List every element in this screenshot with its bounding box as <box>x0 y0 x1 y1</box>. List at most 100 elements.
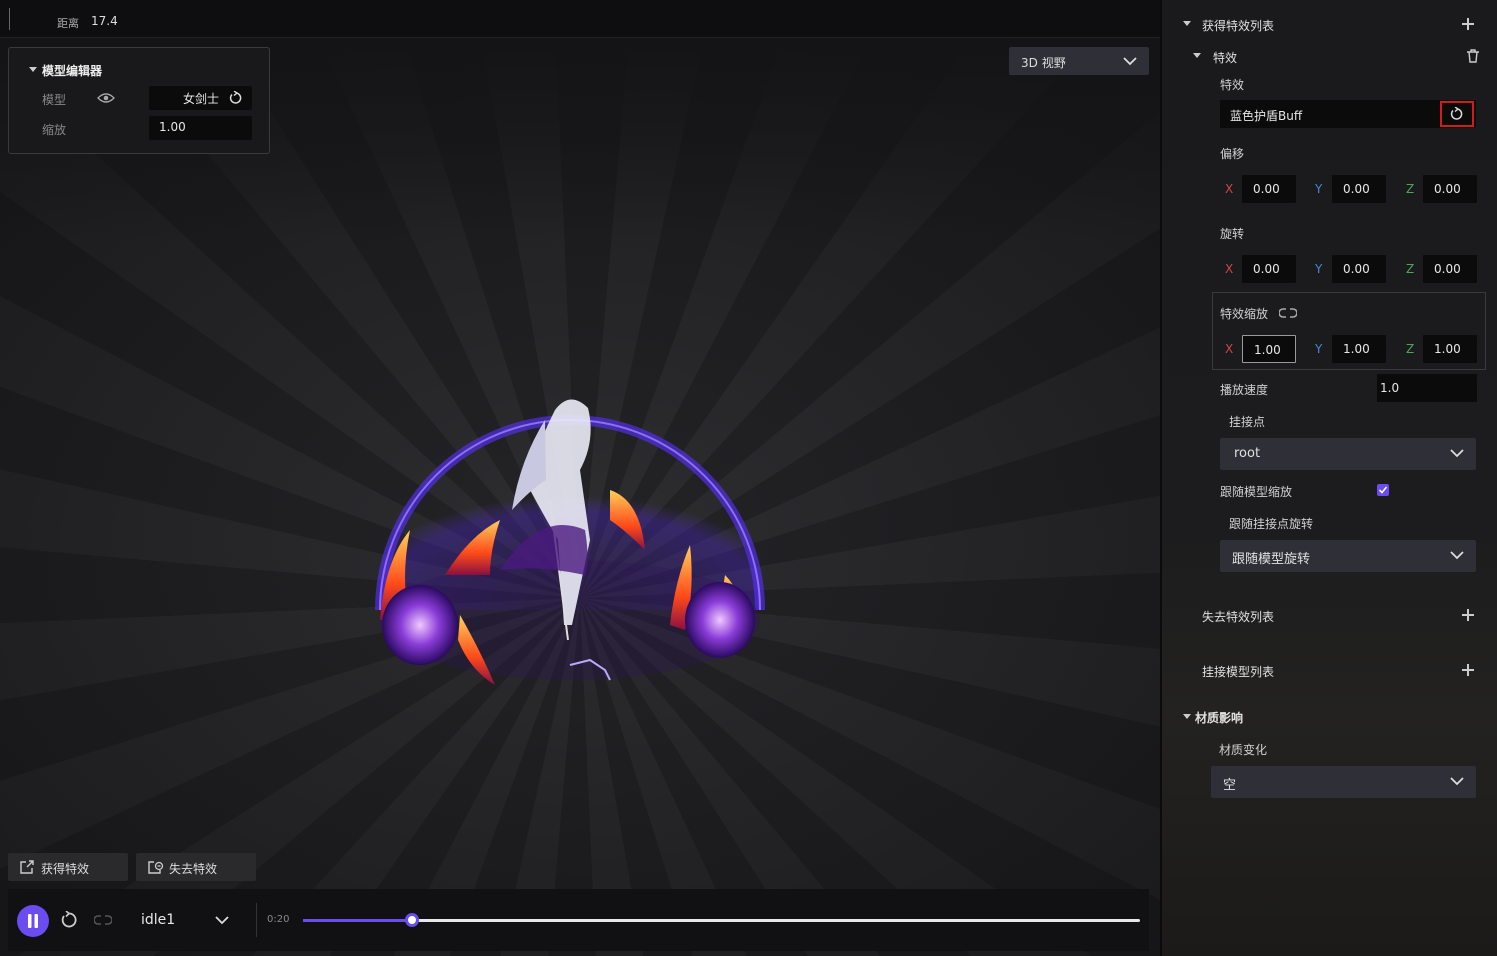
play-speed-label: 播放速度 <box>1220 383 1269 397</box>
rotation-z-input[interactable]: 0.00 <box>1423 255 1477 283</box>
material-change-value: 空 <box>1223 778 1237 793</box>
scale-x-axis: X <box>1225 342 1234 356</box>
offset-z-value: 0.00 <box>1434 182 1461 196</box>
model-label: 模型 <box>42 93 67 107</box>
eye-icon[interactable] <box>97 92 115 104</box>
collapse-caret-icon[interactable] <box>1183 714 1191 719</box>
playbar-divider <box>256 903 257 937</box>
time-readout: 0:20 <box>267 914 290 925</box>
scale-value: 1.00 <box>159 120 186 134</box>
chevron-down-icon <box>1450 777 1464 786</box>
properties-panel: 获得特效列表 特效 特效 蓝色护盾Buff 偏移 X 0.00 Y 0.00 Z… <box>1160 0 1497 956</box>
character-shield-effect[interactable] <box>340 380 800 700</box>
follow-rotation-dropdown[interactable]: 跟随模型旋转 <box>1220 540 1476 572</box>
collapse-caret-icon[interactable] <box>1193 53 1201 58</box>
offset-y-value: 0.00 <box>1343 182 1370 196</box>
timeline-thumb[interactable] <box>404 913 419 927</box>
topbar-divider <box>9 8 10 30</box>
offset-y-axis: Y <box>1315 182 1323 196</box>
add-icon[interactable] <box>1462 664 1474 676</box>
scale-y-value: 1.00 <box>1343 342 1370 356</box>
attach-point-value: root <box>1234 446 1261 461</box>
scale-z-input[interactable]: 1.00 <box>1423 335 1477 363</box>
distance-value: 17.4 <box>91 14 118 28</box>
material-change-label: 材质变化 <box>1219 743 1268 757</box>
attach-point-label: 挂接点 <box>1229 415 1266 429</box>
follow-scale-checkbox[interactable] <box>1377 484 1389 496</box>
export-icon <box>20 860 34 874</box>
offset-x-value: 0.00 <box>1253 182 1280 196</box>
scale-y-axis: Y <box>1315 342 1323 356</box>
rotation-y-input[interactable]: 0.00 <box>1332 255 1386 283</box>
effect-value: 蓝色护盾Buff <box>1230 109 1303 123</box>
lose-effect-list-title[interactable]: 失去特效列表 <box>1202 608 1274 625</box>
chevron-down-icon[interactable] <box>215 915 229 925</box>
material-section-title[interactable]: 材质影响 <box>1195 709 1243 726</box>
rotation-x-axis: X <box>1225 262 1234 276</box>
gain-effect-label: 获得特效 <box>41 862 90 876</box>
rotation-z-axis: Z <box>1406 262 1415 276</box>
scale-z-value: 1.00 <box>1434 342 1461 356</box>
refresh-icon <box>1450 107 1463 120</box>
add-icon[interactable] <box>1462 609 1474 621</box>
link-icon[interactable] <box>1279 307 1297 319</box>
collapse-caret-icon[interactable] <box>29 67 37 72</box>
scale-y-input[interactable]: 1.00 <box>1332 335 1386 363</box>
effect-select-field[interactable]: 蓝色护盾Buff <box>1220 100 1476 128</box>
check-icon <box>1378 486 1388 494</box>
viewport-topbar: 距离 17.4 <box>0 0 1160 38</box>
rotation-label: 旋转 <box>1220 227 1245 241</box>
effect-group-title[interactable]: 特效 <box>1213 49 1237 66</box>
animation-name[interactable]: idle1 <box>141 912 175 928</box>
gain-effect-button[interactable]: 获得特效 <box>8 853 128 881</box>
model-value: 女剑士 <box>183 92 220 106</box>
scale-label: 缩放 <box>42 123 67 137</box>
pause-icon <box>28 914 38 928</box>
offset-x-input[interactable]: 0.00 <box>1242 175 1296 203</box>
play-speed-input[interactable]: 1.0 <box>1377 374 1477 402</box>
view-mode-dropdown[interactable]: 3D 视野 <box>1009 47 1149 75</box>
offset-z-input[interactable]: 0.00 <box>1423 175 1477 203</box>
lose-effect-button[interactable]: 失去特效 <box>136 853 256 881</box>
lose-effect-label: 失去特效 <box>169 862 218 876</box>
playback-bar: idle1 0:20 <box>8 889 1149 951</box>
trash-icon[interactable] <box>1467 49 1479 63</box>
model-editor-title[interactable]: 模型编辑器 <box>42 62 102 79</box>
replay-icon[interactable] <box>60 911 78 929</box>
loop-icon[interactable] <box>94 914 112 926</box>
refresh-icon[interactable] <box>229 91 243 105</box>
remove-effect-icon <box>148 861 164 874</box>
rotation-x-value: 0.00 <box>1253 262 1280 276</box>
rotation-y-value: 0.00 <box>1343 262 1370 276</box>
viewport-3d[interactable]: 距离 17.4 模型编辑器 模型 女剑士 缩放 1.00 3D 视野 获得特效 … <box>0 0 1160 956</box>
model-editor-panel: 模型编辑器 模型 女剑士 缩放 1.00 <box>8 47 270 154</box>
attach-model-list-title[interactable]: 挂接模型列表 <box>1202 663 1274 680</box>
chevron-down-icon <box>1450 449 1464 458</box>
attach-point-dropdown[interactable]: root <box>1220 438 1476 470</box>
scale-input[interactable]: 1.00 <box>149 116 252 140</box>
gain-effect-list-title[interactable]: 获得特效列表 <box>1202 17 1274 34</box>
scale-z-axis: Z <box>1406 342 1415 356</box>
offset-x-axis: X <box>1225 182 1234 196</box>
collapse-caret-icon[interactable] <box>1183 21 1191 26</box>
model-select-field[interactable]: 女剑士 <box>149 86 252 110</box>
material-change-dropdown[interactable]: 空 <box>1211 766 1476 798</box>
effect-scale-label: 特效缩放 <box>1220 307 1269 321</box>
pause-button[interactable] <box>17 905 49 937</box>
scale-x-input[interactable]: 1.00 <box>1242 335 1296 363</box>
chevron-down-icon <box>1123 57 1137 66</box>
effect-label: 特效 <box>1220 78 1245 92</box>
rotation-z-value: 0.00 <box>1434 262 1461 276</box>
offset-z-axis: Z <box>1406 182 1415 196</box>
follow-scale-label: 跟随模型缩放 <box>1220 485 1293 499</box>
rotation-y-axis: Y <box>1315 262 1323 276</box>
chevron-down-icon <box>1450 551 1464 560</box>
rotation-x-input[interactable]: 0.00 <box>1242 255 1296 283</box>
follow-rotation-value: 跟随模型旋转 <box>1232 552 1311 567</box>
add-icon[interactable] <box>1462 18 1474 30</box>
effect-refresh-button[interactable] <box>1440 101 1474 127</box>
timeline-slider[interactable] <box>303 913 1140 927</box>
play-speed-value: 1.0 <box>1380 381 1400 395</box>
offset-y-input[interactable]: 0.00 <box>1332 175 1386 203</box>
offset-label: 偏移 <box>1220 147 1245 161</box>
